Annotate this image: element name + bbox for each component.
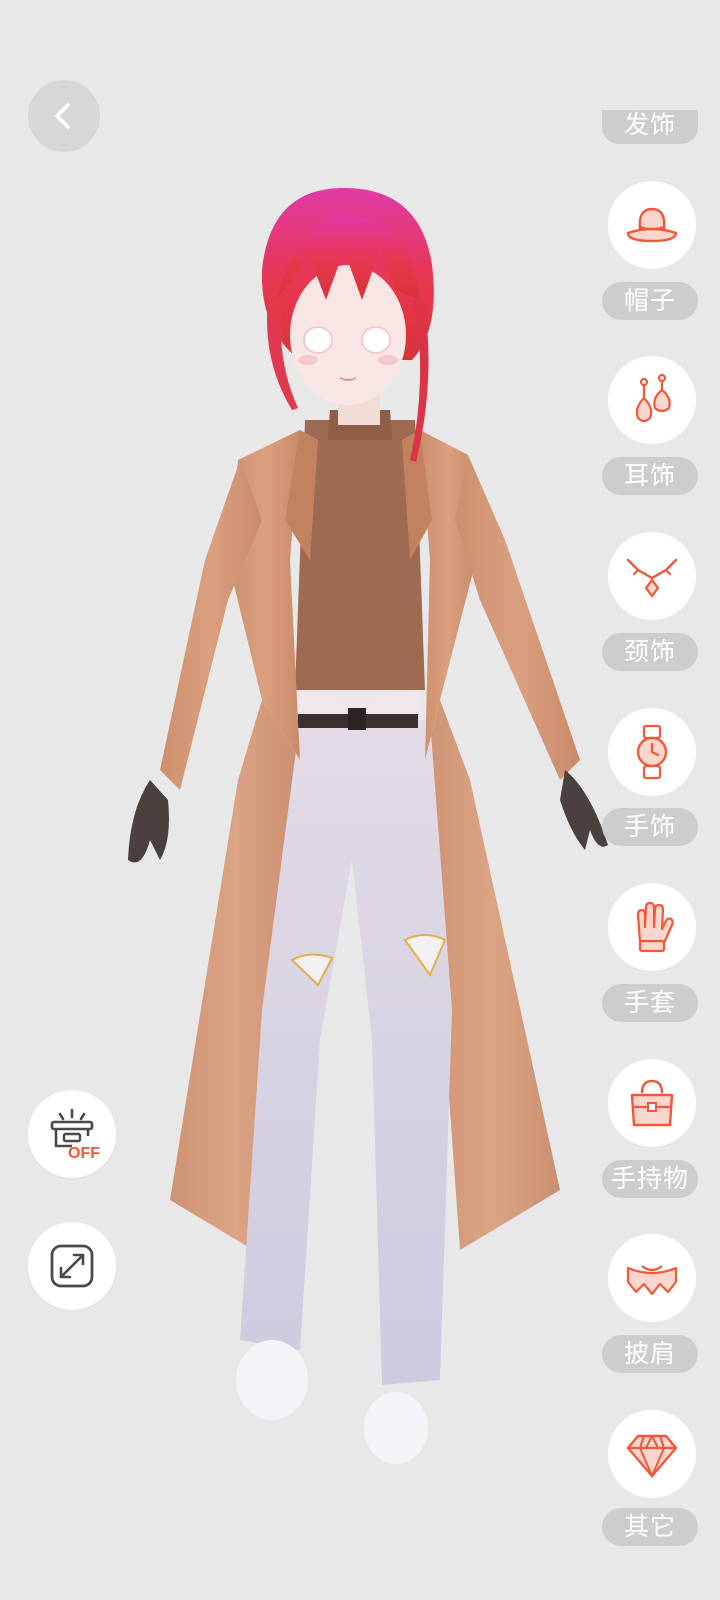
category-shawl-button[interactable] (608, 1234, 696, 1322)
category-wristwear-button[interactable] (608, 708, 696, 796)
category-label-hair-accessory[interactable]: 发饰 (602, 110, 698, 144)
category-label-earrings[interactable]: 耳饰 (602, 457, 698, 495)
category-label-necklace[interactable]: 颈饰 (602, 633, 698, 671)
back-button[interactable] (28, 80, 100, 152)
diamond-icon (626, 1434, 678, 1479)
category-hat-button[interactable] (608, 181, 696, 269)
category-earrings-button[interactable] (608, 356, 696, 444)
shawl-icon (626, 1265, 678, 1296)
category-label-hat[interactable]: 帽子 (602, 282, 698, 320)
category-gloves-button[interactable] (608, 883, 696, 971)
fullscreen-button[interactable] (28, 1222, 116, 1310)
chevron-left-icon (55, 103, 70, 129)
category-label-shawl[interactable]: 披肩 (602, 1335, 698, 1373)
category-label-gloves[interactable]: 手套 (602, 984, 698, 1022)
category-label-handheld[interactable]: 手持物 (602, 1160, 698, 1198)
hat-icon (626, 207, 678, 243)
earrings-icon (635, 373, 671, 423)
handbag-icon (630, 1079, 674, 1127)
category-handheld-button[interactable] (608, 1059, 696, 1147)
expand-icon (50, 1244, 94, 1288)
accessory-category-rail: 发饰 帽子 耳饰 颈饰 手饰 手套 手持物 披肩 其它 (602, 0, 698, 1600)
category-necklace-button[interactable] (608, 532, 696, 620)
avatar-dressup-screen: OFF 发饰 帽子 耳饰 颈饰 手饰 手套 手持物 披肩 其它 (0, 0, 720, 1600)
category-other-button[interactable] (608, 1410, 696, 1498)
necklace-icon (626, 558, 678, 598)
category-label-wristwear[interactable]: 手饰 (602, 808, 698, 846)
category-label-other[interactable]: 其它 (602, 1508, 698, 1546)
wristwatch-icon (636, 724, 668, 780)
glove-icon (636, 901, 674, 953)
effects-toggle-button[interactable]: OFF (28, 1090, 116, 1178)
effects-state-text: OFF (68, 1145, 100, 1162)
effects-off-icon: OFF (50, 1108, 100, 1162)
